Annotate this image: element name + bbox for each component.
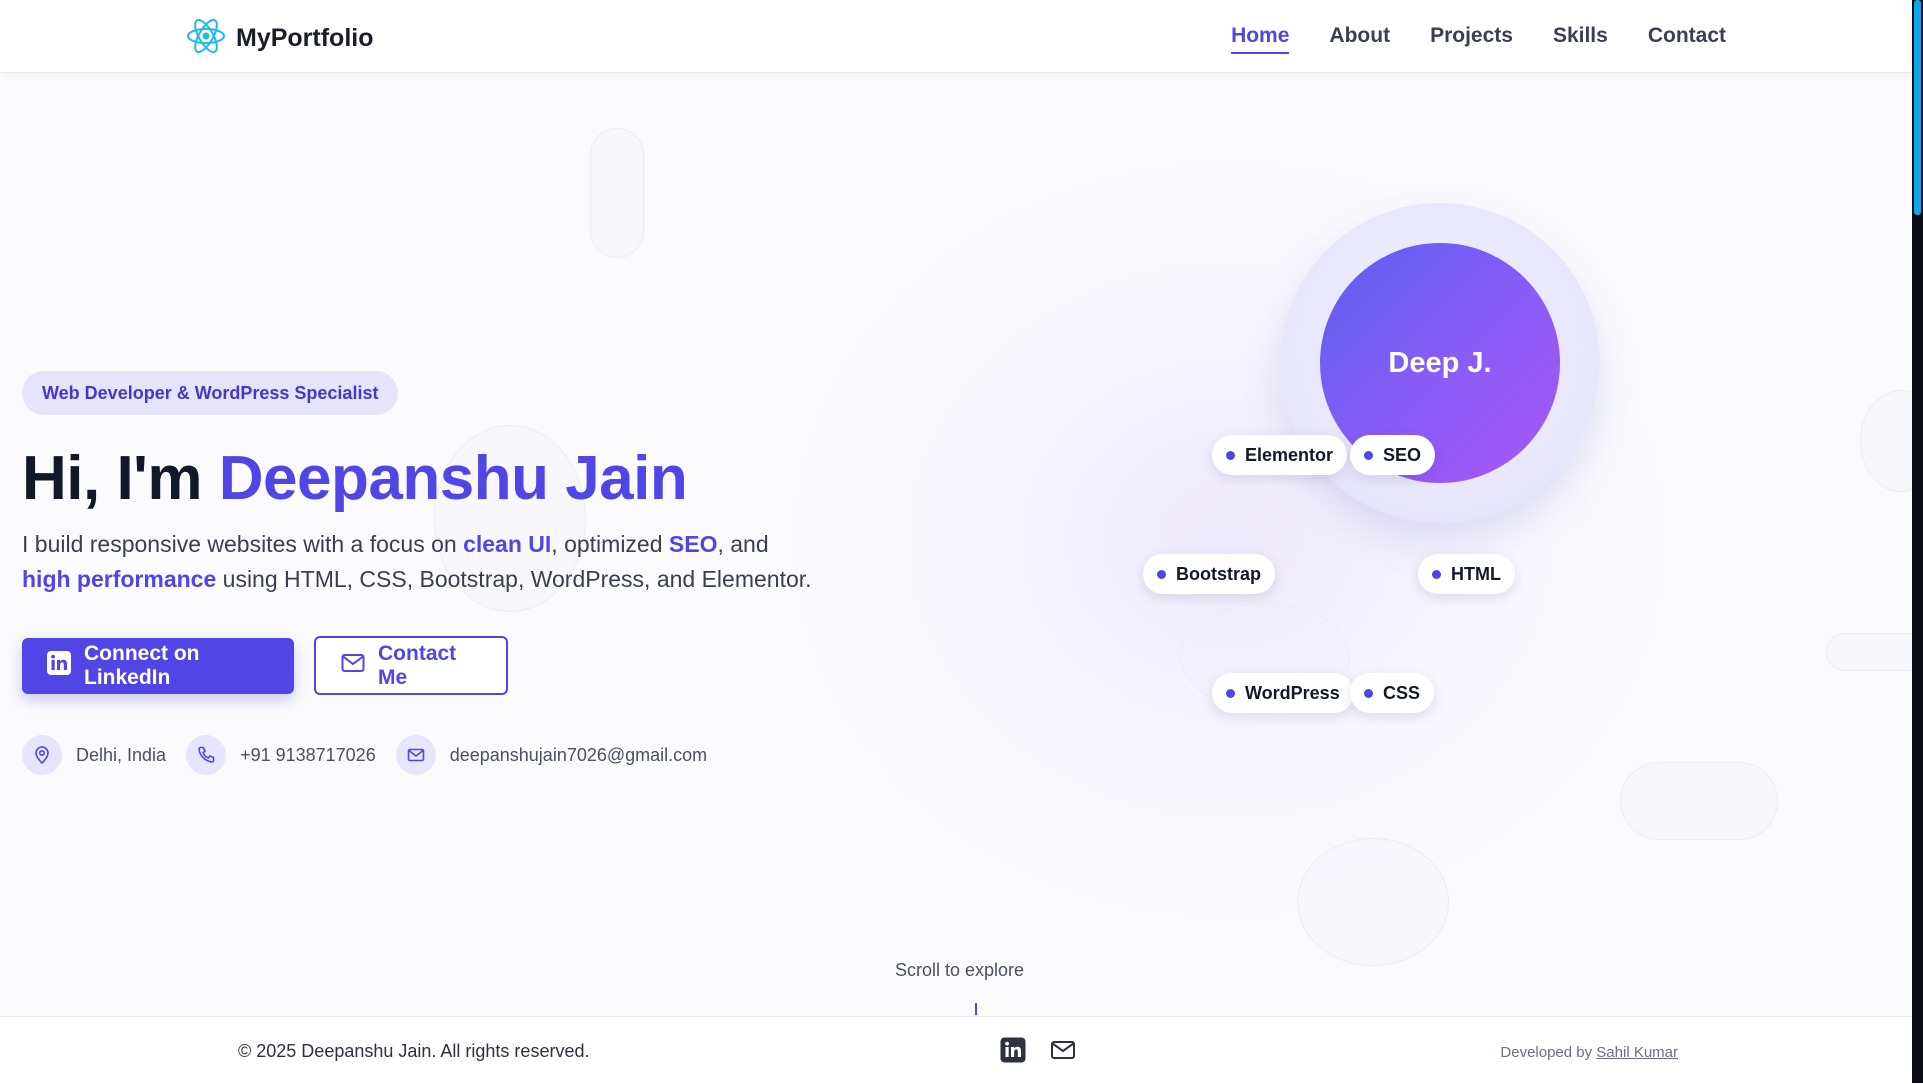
nav-about[interactable]: About <box>1329 18 1390 54</box>
react-atom-icon <box>186 16 226 61</box>
linkedin-icon <box>46 650 72 682</box>
tag-dot <box>1432 569 1441 579</box>
page-scrollbar[interactable] <box>1912 0 1923 1083</box>
tag-dot <box>1157 569 1166 579</box>
location-item: Delhi, India <box>22 735 166 775</box>
main-nav: Home About Projects Skills Contact <box>1231 0 1726 72</box>
avatar-initials: Deep J. <box>1388 346 1492 379</box>
nav-projects[interactable]: Projects <box>1430 18 1513 54</box>
skill-tag-label: Elementor <box>1245 444 1334 465</box>
footer: © 2025 Deepanshu Jain. All rights reserv… <box>0 1016 1912 1084</box>
connect-linkedin-button[interactable]: Connect on LinkedIn <box>22 638 294 694</box>
decor-shape <box>1826 633 1923 671</box>
scroll-hint[interactable]: Scroll to explore <box>895 960 1024 981</box>
skill-tag-label: SEO <box>1383 444 1422 465</box>
linkedin-icon[interactable] <box>1000 1037 1026 1063</box>
nav-home[interactable]: Home <box>1231 18 1290 54</box>
skill-tag-label: WordPress <box>1245 682 1340 703</box>
copyright-text: © 2025 Deepanshu Jain. All rights reserv… <box>238 1041 590 1061</box>
intro-text: , optimized <box>551 531 669 557</box>
footer-social-icons <box>1000 1037 1076 1063</box>
role-badge: Web Developer & WordPress Specialist <box>22 371 399 415</box>
intro-text: , and <box>717 531 769 557</box>
hero-intro: I build responsive websites with a focus… <box>22 527 822 597</box>
decor-shape <box>590 128 644 258</box>
hero-headline: Hi, I'm Deepanshu Jain <box>22 440 688 518</box>
skill-tag-html: HTML <box>1418 554 1515 594</box>
headline-name: Deepanshu Jain <box>218 444 688 513</box>
tag-dot <box>1364 450 1373 460</box>
brand-name: MyPortfolio <box>236 24 374 52</box>
email-text: deepanshujain7026@gmail.com <box>449 744 708 765</box>
navbar: MyPortfolio Home About Projects Skills C… <box>0 0 1912 73</box>
skill-tag-label: HTML <box>1451 563 1501 584</box>
intro-text: I build responsive websites with a focus… <box>22 531 464 557</box>
developer-credit: Developed by Sahil Kumar <box>1500 1044 1678 1061</box>
mail-icon <box>340 650 366 682</box>
scroll-indicator <box>975 1003 977 1015</box>
decor-shape <box>1297 838 1449 966</box>
scrollbar-thumb[interactable] <box>1914 0 1921 215</box>
intro-highlight: SEO <box>668 531 718 557</box>
tag-dot <box>1226 688 1235 698</box>
skill-tag-seo: SEO <box>1350 435 1436 475</box>
intro-highlight: clean UI <box>463 531 552 557</box>
nav-skills[interactable]: Skills <box>1553 18 1608 54</box>
skill-tag-elementor: Elementor <box>1212 435 1348 475</box>
location-text: Delhi, India <box>76 744 167 765</box>
mail-icon[interactable] <box>1050 1037 1076 1063</box>
map-pin-icon <box>22 735 62 775</box>
skill-tag-css: CSS <box>1350 673 1435 713</box>
phone-item: +91 9138717026 <box>186 735 376 775</box>
intro-highlight: high performance <box>22 566 217 592</box>
developed-by-text: Developed by <box>1500 1044 1593 1061</box>
developer-link[interactable]: Sahil Kumar <box>1596 1044 1678 1061</box>
intro-text: using HTML, CSS, Bootstrap, WordPress, a… <box>216 566 812 592</box>
phone-icon <box>186 735 227 775</box>
skill-tag-label: Bootstrap <box>1176 563 1261 584</box>
headline-greeting: Hi, I'm <box>22 444 219 513</box>
envelope-icon <box>395 735 436 775</box>
contact-me-button[interactable]: Contact Me <box>314 636 508 695</box>
phone-text: +91 9138717026 <box>240 744 376 765</box>
decor-shape <box>1620 762 1778 840</box>
skill-tag-wordpress: WordPress <box>1212 673 1354 713</box>
contact-me-label: Contact Me <box>378 641 457 689</box>
nav-contact[interactable]: Contact <box>1648 18 1726 54</box>
skill-tag-label: CSS <box>1383 682 1421 703</box>
tag-dot <box>1226 450 1235 460</box>
brand-logo[interactable]: MyPortfolio <box>186 16 374 61</box>
tag-dot <box>1364 688 1373 698</box>
skill-tag-bootstrap: Bootstrap <box>1143 554 1275 594</box>
contact-info-row: Delhi, India +91 9138717026 deepanshujai… <box>22 735 707 775</box>
connect-linkedin-label: Connect on LinkedIn <box>84 642 200 689</box>
email-item: deepanshujain7026@gmail.com <box>395 735 708 775</box>
